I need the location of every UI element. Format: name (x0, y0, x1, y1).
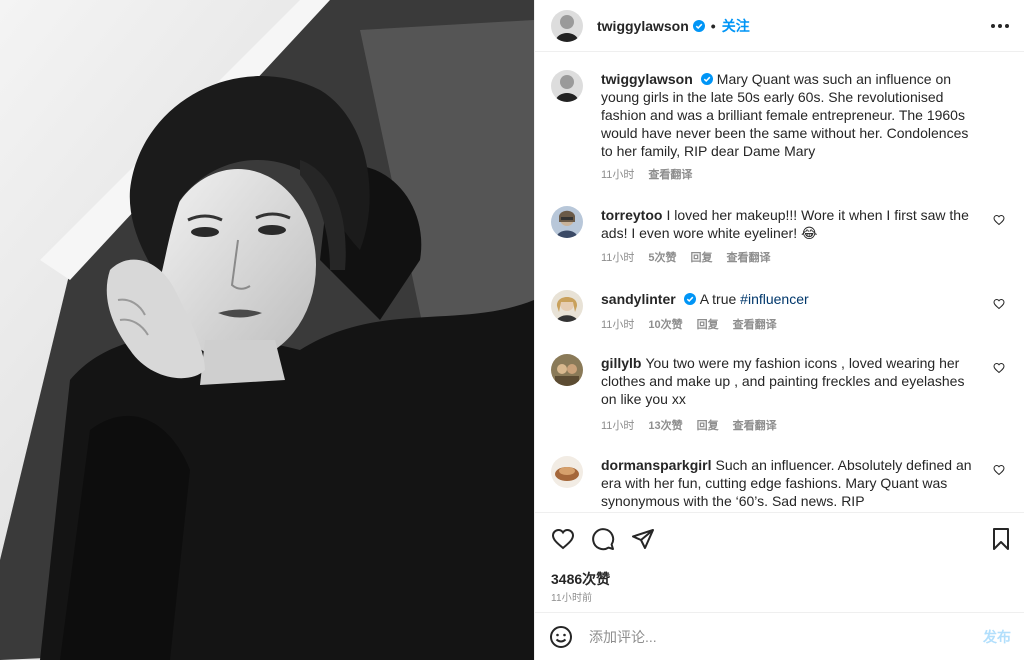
verified-badge-icon (700, 73, 713, 85)
bookmark-icon[interactable] (989, 527, 1013, 551)
author-username[interactable]: twiggylawson (597, 18, 689, 34)
see-translation-link[interactable]: 查看翻译 (648, 166, 692, 182)
caption-meta: 11小时 查看翻译 (601, 166, 692, 182)
commenter-username[interactable]: gillylb (601, 355, 641, 371)
commenter-avatar[interactable] (551, 456, 583, 488)
commenter-username[interactable]: sandylinter (601, 291, 676, 307)
post-header: twiggylawson • 关注 (535, 0, 1024, 52)
comment-likes[interactable]: 10次赞 (648, 316, 682, 332)
emoji-icon[interactable] (549, 625, 573, 649)
comment-meta: 11小时 5次赞 回复 查看翻译 (601, 249, 771, 265)
reply-button[interactable]: 回复 (697, 417, 719, 433)
post-side-panel: twiggylawson • 关注 twiggylawson Mary Quant… (534, 0, 1024, 660)
commenter-username[interactable]: torreytoo (601, 207, 662, 223)
more-horizontal-icon[interactable] (989, 16, 1011, 36)
comment-likes[interactable]: 5次赞 (648, 249, 676, 265)
reply-button[interactable]: 回复 (691, 249, 713, 265)
comment-meta: 11小时 10次赞 回复 查看翻译 (601, 316, 777, 332)
comment-text: You two were my fashion icons , loved we… (601, 355, 965, 407)
caption-text-block: twiggylawson Mary Quant was such an influ… (601, 70, 981, 160)
comment-text-block: torreytoo I loved her makeup!!! Wore it w… (601, 206, 981, 242)
commenter-avatar[interactable] (551, 206, 583, 238)
post-photo[interactable] (0, 0, 534, 660)
see-translation-link[interactable]: 查看翻译 (733, 316, 777, 332)
commenter-avatar[interactable] (551, 290, 583, 322)
heart-icon[interactable] (551, 527, 575, 551)
caption-avatar[interactable] (551, 70, 583, 102)
likes-count[interactable]: 3486次赞 (551, 569, 610, 589)
comment-time[interactable]: 11小时 (601, 417, 634, 433)
caption-username[interactable]: twiggylawson (601, 71, 693, 87)
commenter-username[interactable]: dormansparkgirl (601, 457, 711, 473)
comment-text: A true (699, 291, 741, 307)
comment-text-block: sandylinter A true #influencer (601, 290, 981, 308)
commenter-avatar[interactable] (551, 354, 583, 386)
caption-time[interactable]: 11小时 (601, 166, 634, 182)
comment-like-heart-icon[interactable] (993, 362, 1005, 374)
see-translation-link[interactable]: 查看翻译 (733, 417, 777, 433)
comment-icon[interactable] (591, 527, 615, 551)
hashtag-link[interactable]: #influencer (740, 291, 809, 307)
comment-meta: 11小时 13次赞 回复 查看翻译 (601, 417, 777, 433)
paper-plane-icon[interactable] (631, 527, 655, 551)
comment-text-block: gillylb You two were my fashion icons , l… (601, 354, 981, 408)
verified-badge-icon (683, 293, 696, 305)
comment-time[interactable]: 11小时 (601, 249, 634, 265)
add-comment-bar: 发布 (535, 612, 1024, 660)
comment-like-heart-icon[interactable] (993, 214, 1005, 226)
see-translation-link[interactable]: 查看翻译 (727, 249, 771, 265)
comment-like-heart-icon[interactable] (993, 464, 1005, 476)
reply-button[interactable]: 回复 (697, 316, 719, 332)
comment-likes[interactable]: 13次赞 (648, 417, 682, 433)
separator-dot: • (710, 17, 716, 34)
follow-button[interactable]: 关注 (722, 16, 750, 36)
comment-time[interactable]: 11小时 (601, 316, 634, 332)
comment-like-heart-icon[interactable] (993, 298, 1005, 310)
author-avatar[interactable] (551, 9, 583, 42)
portrait-image (0, 0, 534, 660)
post-actions: 3486次赞 11小时前 (535, 512, 1024, 612)
post-comment-button[interactable]: 发布 (983, 627, 1011, 647)
comments-list[interactable]: twiggylawson Mary Quant was such an influ… (535, 52, 1024, 512)
comment-text-block: dormansparkgirl Such an influencer. Absol… (601, 456, 981, 510)
comment-input[interactable] (589, 628, 983, 645)
verified-badge-icon (692, 19, 705, 32)
posted-time[interactable]: 11小时前 (551, 589, 592, 604)
